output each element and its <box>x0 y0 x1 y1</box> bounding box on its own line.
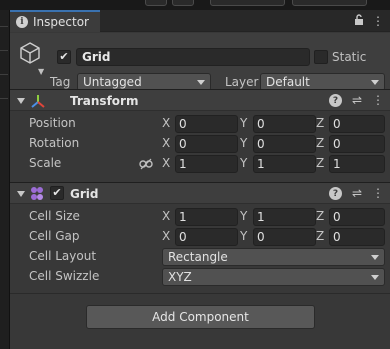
cell-swizzle-row: Cell Swizzle XYZ <box>10 267 390 287</box>
rotation-label: Rotation <box>29 136 80 150</box>
transform-header[interactable]: Transform ? ⇌ ⋮ <box>10 89 390 111</box>
transform-rotation-row: Rotation X 0 Y 0 Z 0 <box>10 134 390 154</box>
scale-z-field[interactable]: 1 <box>329 155 385 173</box>
preset-icon[interactable]: ⇌ <box>352 93 362 107</box>
layer-label: Layer <box>225 75 259 89</box>
rotation-x-field[interactable]: 0 <box>175 135 238 153</box>
gameobject-cube-icon[interactable] <box>18 41 42 65</box>
x-axis-label: X <box>162 136 171 150</box>
active-checkbox[interactable]: ✔ <box>57 50 71 64</box>
z-axis-label: Z <box>316 229 325 243</box>
foldout-arrow-icon[interactable] <box>17 98 25 104</box>
scene-view-edge <box>0 10 10 349</box>
cell-size-z-field[interactable]: 0 <box>329 208 385 226</box>
position-z-field[interactable]: 0 <box>329 115 385 133</box>
component-tools: ? ⇌ ⋮ <box>328 93 384 107</box>
layout-dropdown[interactable] <box>292 0 367 6</box>
tab-bar: i Inspector ⋮ <box>10 10 390 32</box>
component-tools: ? ⇌ ⋮ <box>328 186 384 200</box>
cell-size-x-field[interactable]: 1 <box>175 208 238 226</box>
static-label: Static <box>332 50 367 64</box>
x-axis-label: X <box>162 116 171 130</box>
cell-size-label: Cell Size <box>29 209 80 223</box>
chevron-down-icon <box>371 80 379 85</box>
transform-title: Transform <box>70 94 139 108</box>
cell-layout-label: Cell Layout <box>29 249 97 263</box>
help-icon[interactable]: ? <box>328 94 342 107</box>
add-component-button[interactable]: Add Component <box>86 305 315 329</box>
transform-position-row: Position X 0 Y 0 Z 0 <box>10 114 390 134</box>
cell-gap-row: Cell Gap X 0 Y 0 Z 0 <box>10 227 390 247</box>
gameobject-header: ▼ ✔ Grid Static Tag Untagged Layer Defau… <box>10 33 390 96</box>
rotation-z-field[interactable]: 0 <box>329 135 385 153</box>
y-axis-label: Y <box>240 229 248 243</box>
object-name-field[interactable]: Grid <box>76 48 310 66</box>
component-menu-icon[interactable]: ⋮ <box>372 93 384 107</box>
position-label: Position <box>29 116 76 130</box>
grid-enabled-checkbox[interactable]: ✔ <box>50 186 64 200</box>
tab-inspector-label: Inspector <box>33 15 89 29</box>
z-axis-label: Z <box>316 116 325 130</box>
scale-x-field[interactable]: 1 <box>175 155 238 173</box>
transform-axes-icon <box>31 95 45 108</box>
cell-size-row: Cell Size X 1 Y 1 Z 0 <box>10 207 390 227</box>
z-axis-label: Z <box>316 136 325 150</box>
cell-gap-y-field[interactable]: 0 <box>253 228 316 246</box>
cell-layout-value: Rectangle <box>168 250 228 264</box>
lock-icon[interactable] <box>354 14 364 29</box>
transform-scale-row: Scale X 1 Y 1 Z 1 <box>10 154 390 174</box>
toolbar-button[interactable] <box>172 0 194 6</box>
scale-label: Scale <box>29 156 62 170</box>
z-axis-label: Z <box>316 156 325 170</box>
cell-layout-row: Cell Layout Rectangle <box>10 247 390 267</box>
grid-component-header[interactable]: ✔ Grid ? ⇌ ⋮ <box>10 182 390 204</box>
x-axis-label: X <box>162 209 171 223</box>
cell-swizzle-value: XYZ <box>168 270 192 284</box>
component-menu-icon[interactable]: ⋮ <box>372 186 384 200</box>
y-axis-label: Y <box>240 209 248 223</box>
static-checkbox[interactable] <box>314 50 328 64</box>
info-icon: i <box>16 16 28 28</box>
chevron-down-icon <box>197 80 205 85</box>
tag-label: Tag <box>50 75 71 89</box>
rotation-y-field[interactable]: 0 <box>253 135 316 153</box>
y-axis-label: Y <box>240 116 248 130</box>
cell-layout-dropdown[interactable]: Rectangle <box>162 248 385 266</box>
y-axis-label: Y <box>240 136 248 150</box>
cell-gap-x-field[interactable]: 0 <box>175 228 238 246</box>
foldout-arrow-icon[interactable] <box>17 191 25 197</box>
inspector-panel: i Inspector ⋮ ▼ ✔ Grid Static Tag Untagg… <box>10 10 390 349</box>
grid-title: Grid <box>70 187 99 201</box>
tab-tools: ⋮ <box>354 14 384 29</box>
layer-value: Default <box>266 75 310 89</box>
z-axis-label: Z <box>316 209 325 223</box>
tab-inspector[interactable]: i Inspector <box>10 10 100 32</box>
position-y-field[interactable]: 0 <box>253 115 316 133</box>
constrain-proportions-icon[interactable] <box>139 158 153 170</box>
more-menu-icon[interactable]: ⋮ <box>372 14 384 29</box>
toolbar-button[interactable] <box>145 0 167 6</box>
divider <box>10 293 390 294</box>
x-axis-label: X <box>162 229 171 243</box>
help-icon[interactable]: ? <box>328 187 342 200</box>
chevron-down-icon <box>371 255 379 260</box>
position-x-field[interactable]: 0 <box>175 115 238 133</box>
x-axis-label: X <box>162 156 171 170</box>
grid-component-icon <box>31 187 43 200</box>
cell-swizzle-dropdown[interactable]: XYZ <box>162 268 385 286</box>
editor-toolbar-strip <box>0 0 390 10</box>
cell-swizzle-label: Cell Swizzle <box>29 269 100 283</box>
scale-y-field[interactable]: 1 <box>253 155 316 173</box>
tag-value: Untagged <box>83 75 142 89</box>
cell-size-y-field[interactable]: 1 <box>253 208 316 226</box>
cell-gap-label: Cell Gap <box>29 229 80 243</box>
chevron-down-icon <box>371 275 379 280</box>
preset-icon[interactable]: ⇌ <box>352 186 362 200</box>
cell-gap-z-field[interactable]: 0 <box>329 228 385 246</box>
y-axis-label: Y <box>240 156 248 170</box>
chevron-down-icon[interactable]: ▼ <box>38 67 44 76</box>
layers-dropdown[interactable] <box>210 0 285 6</box>
